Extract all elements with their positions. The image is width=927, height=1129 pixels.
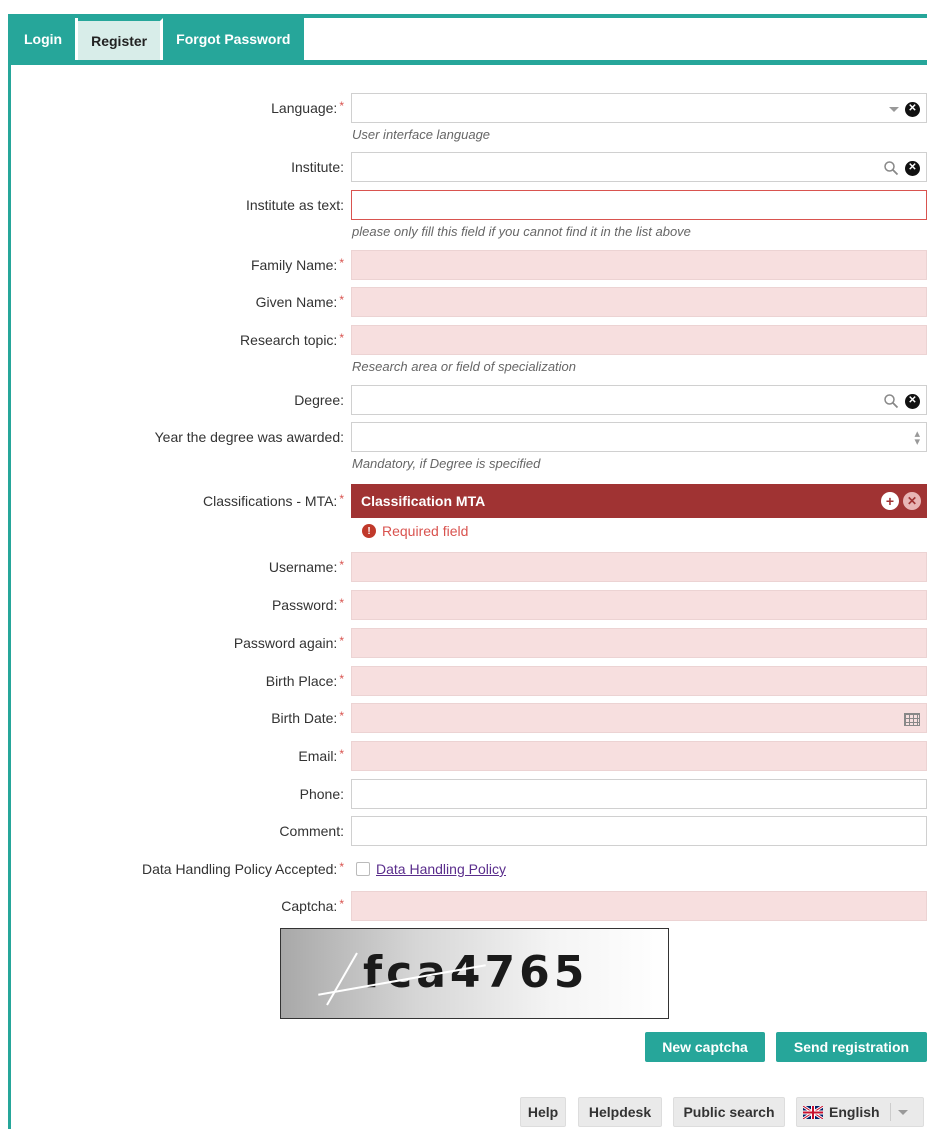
- email-row: Email: *: [0, 741, 927, 771]
- spinner-icon[interactable]: ▴ ▾: [914, 429, 920, 448]
- research-topic-input[interactable]: [351, 325, 927, 355]
- phone-label: Phone:: [299, 786, 344, 802]
- captcha-image: fca4765: [280, 928, 669, 1019]
- search-icon[interactable]: [883, 160, 899, 176]
- captcha-noise-slash: [326, 952, 358, 1006]
- phone-input[interactable]: [351, 779, 927, 809]
- institute-text-label: Institute as text:: [245, 197, 344, 213]
- degree-row: Degree: ✕: [0, 385, 927, 415]
- birth-place-label: Birth Place: *: [265, 672, 344, 689]
- institute-text-input[interactable]: [351, 190, 927, 220]
- language-row: Language: * ✕: [0, 93, 927, 123]
- degree-year-input[interactable]: ▴ ▾: [351, 422, 927, 452]
- language-selector-label: English: [829, 1104, 880, 1120]
- tab-forgot-password[interactable]: Forgot Password: [163, 18, 307, 60]
- institute-label: Institute:: [291, 159, 344, 175]
- tab-login[interactable]: Login: [11, 18, 79, 60]
- policy-label: Data Handling Policy Accepted: *: [141, 860, 344, 877]
- required-field-error: ! Required field: [362, 523, 468, 539]
- birth-date-label: Birth Date: *: [271, 709, 344, 726]
- username-row: Username: *: [0, 552, 927, 582]
- research-topic-hint: Research area or field of specialization: [352, 359, 577, 374]
- password-label: Password: *: [271, 596, 344, 613]
- email-input[interactable]: [351, 741, 927, 771]
- comment-label: Comment:: [279, 823, 344, 839]
- required-field-text: Required field: [382, 523, 469, 539]
- clear-icon[interactable]: ✕: [905, 393, 920, 409]
- password-again-input[interactable]: [351, 628, 927, 658]
- captcha-text: fca4765: [363, 947, 589, 998]
- degree-select[interactable]: ✕: [351, 385, 927, 415]
- policy-checkbox[interactable]: [356, 862, 370, 876]
- degree-year-label: Year the degree was awarded:: [154, 429, 344, 445]
- institute-row: Institute: ✕: [0, 152, 927, 182]
- clear-icon[interactable]: ✕: [905, 101, 920, 117]
- password-again-row: Password again: *: [0, 628, 927, 658]
- language-hint: User interface language: [352, 127, 491, 142]
- institute-text-hint: please only fill this field if you canno…: [352, 224, 691, 239]
- institute-select[interactable]: ✕: [351, 152, 927, 182]
- family-name-row: Family Name: *: [0, 250, 927, 280]
- degree-label: Degree:: [294, 392, 344, 408]
- chevron-down-icon[interactable]: [889, 106, 899, 112]
- degree-year-hint: Mandatory, if Degree is specified: [352, 456, 541, 471]
- research-topic-row: Research topic: *: [0, 325, 927, 355]
- phone-row: Phone:: [0, 779, 927, 809]
- birth-date-row: Birth Date: *: [0, 703, 927, 733]
- separator: [889, 1103, 891, 1121]
- uk-flag-icon: [803, 1105, 823, 1119]
- institute-text-row: Institute as text:: [0, 190, 927, 220]
- classification-mta-title: Classification MTA: [361, 493, 486, 509]
- language-select[interactable]: ✕: [351, 93, 927, 123]
- helpdesk-button[interactable]: Helpdesk: [578, 1097, 662, 1127]
- classifications-label: Classifications - MTA: *: [203, 492, 344, 509]
- policy-link[interactable]: Data Handling Policy: [376, 861, 506, 877]
- classification-mta-bar: Classification MTA + ✕: [351, 484, 927, 518]
- degree-year-row: Year the degree was awarded: ▴ ▾: [0, 422, 927, 452]
- family-name-label: Family Name: *: [250, 256, 344, 273]
- tab-underline: [11, 60, 927, 65]
- warning-icon: !: [362, 524, 376, 538]
- comment-row: Comment:: [0, 816, 927, 846]
- captcha-input[interactable]: [351, 891, 927, 921]
- username-input[interactable]: [351, 552, 927, 582]
- tab-bar: Login Register Forgot Password: [11, 18, 307, 60]
- captcha-label: Captcha: *: [281, 897, 344, 914]
- classifications-row: Classifications - MTA: * Classification M…: [0, 484, 927, 518]
- new-captcha-button[interactable]: New captcha: [645, 1032, 765, 1062]
- username-label: Username: *: [268, 558, 344, 575]
- calendar-icon[interactable]: [904, 712, 920, 726]
- birth-place-row: Birth Place: *: [0, 666, 927, 696]
- language-label: Language: *: [271, 99, 344, 116]
- research-topic-label: Research topic: *: [240, 331, 344, 348]
- close-icon[interactable]: ✕: [903, 492, 921, 510]
- add-icon[interactable]: +: [881, 492, 899, 510]
- given-name-label: Given Name: *: [255, 293, 344, 310]
- password-row: Password: *: [0, 590, 927, 620]
- help-button[interactable]: Help: [520, 1097, 566, 1127]
- clear-icon[interactable]: ✕: [905, 160, 920, 176]
- password-again-label: Password again: *: [233, 634, 344, 651]
- search-icon[interactable]: [883, 393, 899, 409]
- policy-row: Data Handling Policy Accepted: * Data Han…: [0, 854, 927, 884]
- tab-register[interactable]: Register: [78, 18, 164, 60]
- password-input[interactable]: [351, 590, 927, 620]
- family-name-input[interactable]: [351, 250, 927, 280]
- comment-input[interactable]: [351, 816, 927, 846]
- chevron-down-icon[interactable]: [897, 1109, 908, 1115]
- email-label: Email: *: [298, 747, 344, 764]
- public-search-button[interactable]: Public search: [673, 1097, 785, 1127]
- birth-date-input[interactable]: [351, 703, 927, 733]
- language-selector[interactable]: English: [796, 1097, 924, 1127]
- captcha-row: Captcha: *: [0, 891, 927, 921]
- birth-place-input[interactable]: [351, 666, 927, 696]
- send-registration-button[interactable]: Send registration: [776, 1032, 927, 1062]
- given-name-row: Given Name: *: [0, 287, 927, 317]
- given-name-input[interactable]: [351, 287, 927, 317]
